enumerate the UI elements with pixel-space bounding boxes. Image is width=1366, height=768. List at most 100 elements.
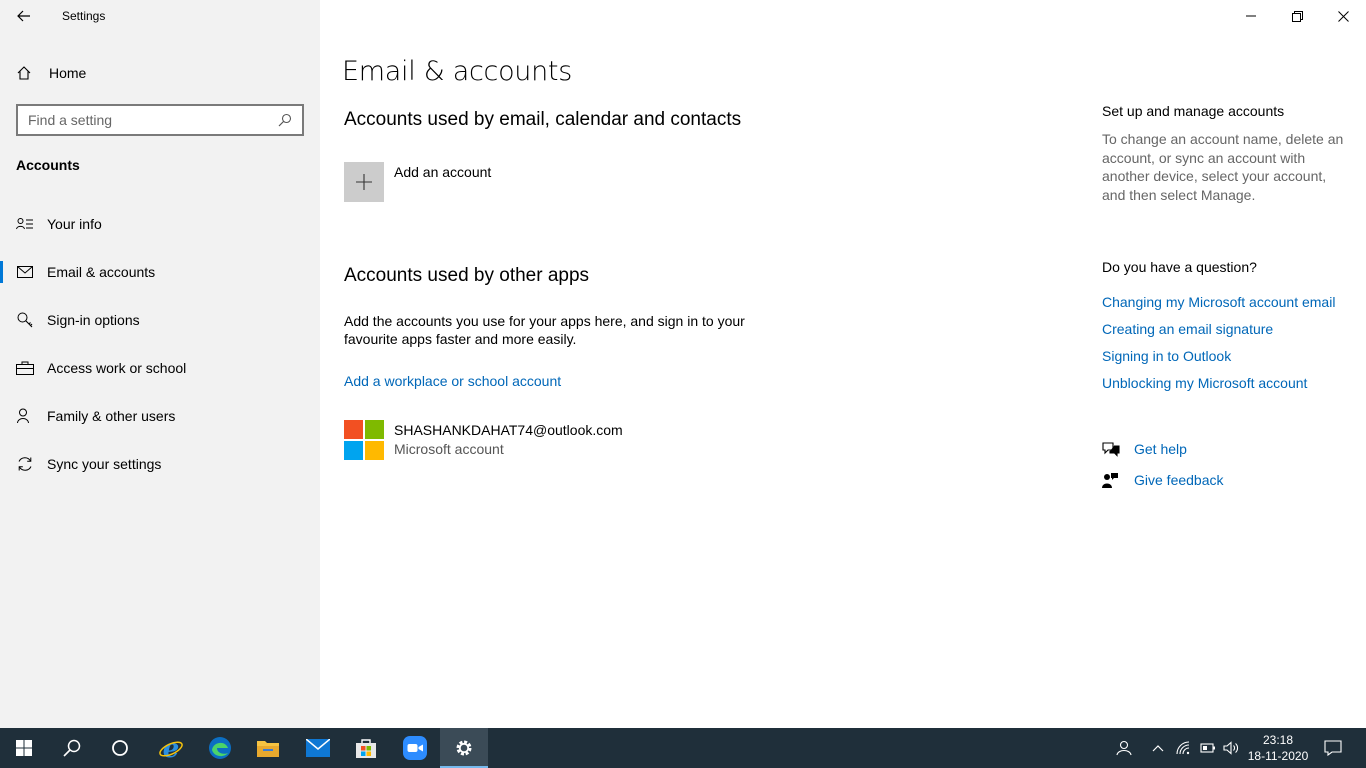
search-icon xyxy=(278,113,292,127)
add-account-button[interactable] xyxy=(344,162,384,202)
clock-date: 18-11-2020 xyxy=(1247,749,1309,763)
clock-time: 23:18 xyxy=(1262,733,1294,747)
sidebar-item-sync-settings[interactable]: Sync your settings xyxy=(0,440,320,488)
add-workplace-link[interactable]: Add a workplace or school account xyxy=(344,373,561,389)
taskbar-zoom[interactable] xyxy=(391,728,439,768)
feedback-icon xyxy=(1102,472,1122,488)
restore-button[interactable] xyxy=(1274,0,1320,32)
give-feedback-row[interactable]: Give feedback xyxy=(1102,472,1224,488)
page-title: Email & accounts xyxy=(342,56,572,87)
add-account-label[interactable]: Add an account xyxy=(394,164,491,180)
link-signing-outlook[interactable]: Signing in to Outlook xyxy=(1102,348,1352,364)
wifi-icon xyxy=(1176,741,1190,755)
sidebar-section-label: Accounts xyxy=(16,157,80,173)
sidebar-item-label: Access work or school xyxy=(47,360,187,376)
chevron-up-icon xyxy=(1152,745,1164,752)
taskbar-search-button[interactable] xyxy=(48,728,96,768)
people-button[interactable] xyxy=(1112,728,1136,768)
mail-app-icon xyxy=(306,739,330,757)
account-email[interactable]: SHASHANKDAHAT74@outlook.com xyxy=(394,422,623,438)
folder-icon xyxy=(257,741,279,757)
mail-icon xyxy=(16,263,34,281)
notification-icon xyxy=(1324,740,1342,756)
sidebar-item-access-work[interactable]: Access work or school xyxy=(0,344,320,392)
other-apps-heading: Accounts used by other apps xyxy=(344,265,590,286)
ms-logo-green xyxy=(365,420,384,439)
battery-button[interactable] xyxy=(1198,728,1218,768)
sidebar: Settings Home Accounts Your info Email &… xyxy=(0,0,320,728)
taskbar-store[interactable] xyxy=(342,728,390,768)
home-label: Home xyxy=(49,65,87,81)
action-center-button[interactable] xyxy=(1320,728,1346,768)
svg-text:e: e xyxy=(163,735,180,761)
search-input[interactable] xyxy=(28,112,258,128)
home-icon xyxy=(16,65,34,81)
back-arrow-icon xyxy=(17,10,30,22)
ms-logo-yellow xyxy=(365,441,384,460)
link-change-email[interactable]: Changing my Microsoft account email xyxy=(1102,294,1352,310)
link-unblocking-account[interactable]: Unblocking my Microsoft account xyxy=(1102,375,1352,391)
taskbar: e 23:18 18-11-2020 xyxy=(0,728,1366,768)
plus-icon xyxy=(356,174,372,190)
account-type: Microsoft account xyxy=(394,441,504,457)
back-button[interactable] xyxy=(0,0,48,32)
battery-plug-icon xyxy=(1200,743,1215,753)
taskbar-internet-explorer[interactable]: e xyxy=(147,728,195,768)
sidebar-item-label: Sign-in options xyxy=(47,312,140,328)
sidebar-item-email-accounts[interactable]: Email & accounts xyxy=(0,248,320,296)
person-card-icon xyxy=(16,215,34,233)
get-help-row[interactable]: Get help xyxy=(1102,441,1187,457)
sync-icon xyxy=(16,455,34,473)
give-feedback-link[interactable]: Give feedback xyxy=(1134,472,1224,488)
ms-logo-blue xyxy=(344,441,363,460)
start-button[interactable] xyxy=(0,728,48,768)
minimize-button[interactable] xyxy=(1228,0,1274,32)
person-add-icon xyxy=(16,407,34,425)
close-button[interactable] xyxy=(1320,0,1366,32)
restore-icon xyxy=(1291,10,1303,22)
store-icon xyxy=(356,739,376,758)
taskbar-settings[interactable] xyxy=(440,728,488,768)
search-box[interactable] xyxy=(16,104,304,136)
zoom-icon xyxy=(403,736,427,760)
manage-accounts-heading: Set up and manage accounts xyxy=(1102,103,1285,119)
network-button[interactable] xyxy=(1174,728,1194,768)
ms-logo-red xyxy=(344,420,363,439)
gear-icon xyxy=(456,740,472,756)
sidebar-item-family-users[interactable]: Family & other users xyxy=(0,392,320,440)
manage-accounts-text: To change an account name, delete an acc… xyxy=(1102,131,1344,203)
taskbar-file-explorer[interactable] xyxy=(244,728,292,768)
close-icon xyxy=(1337,10,1349,22)
sidebar-item-your-info[interactable]: Your info xyxy=(0,200,320,248)
chat-help-icon xyxy=(1102,441,1122,457)
microsoft-logo-icon[interactable] xyxy=(344,420,384,460)
sidebar-item-label: Sync your settings xyxy=(47,456,162,472)
taskbar-edge[interactable] xyxy=(196,728,244,768)
briefcase-icon xyxy=(16,359,34,377)
windows-logo-icon xyxy=(16,740,32,756)
link-email-signature[interactable]: Creating an email signature xyxy=(1102,321,1352,337)
edge-icon xyxy=(209,737,231,759)
speaker-icon xyxy=(1223,741,1238,755)
sidebar-item-sign-in-options[interactable]: Sign-in options xyxy=(0,296,320,344)
key-icon xyxy=(16,311,34,329)
cortana-button[interactable] xyxy=(96,728,144,768)
taskbar-clock[interactable]: 23:18 18-11-2020 xyxy=(1238,732,1318,764)
sidebar-nav: Your info Email & accounts Sign-in optio… xyxy=(0,200,320,488)
get-help-link[interactable]: Get help xyxy=(1134,441,1187,457)
internet-explorer-icon: e xyxy=(159,735,183,761)
sidebar-item-label: Family & other users xyxy=(47,408,176,424)
app-title: Settings xyxy=(62,9,106,23)
question-heading: Do you have a question? xyxy=(1102,259,1257,275)
email-accounts-heading: Accounts used by email, calendar and con… xyxy=(344,109,742,130)
taskbar-mail[interactable] xyxy=(294,728,342,768)
home-nav-item[interactable]: Home xyxy=(16,62,86,84)
show-hidden-icons-button[interactable] xyxy=(1148,728,1168,768)
sidebar-item-label: Email & accounts xyxy=(47,264,156,280)
cortana-icon xyxy=(112,740,128,756)
people-icon xyxy=(1116,740,1132,756)
other-apps-description: Add the accounts you use for your apps h… xyxy=(344,313,745,347)
minimize-icon xyxy=(1246,15,1256,17)
search-icon xyxy=(63,739,81,757)
sidebar-item-label: Your info xyxy=(47,216,102,232)
